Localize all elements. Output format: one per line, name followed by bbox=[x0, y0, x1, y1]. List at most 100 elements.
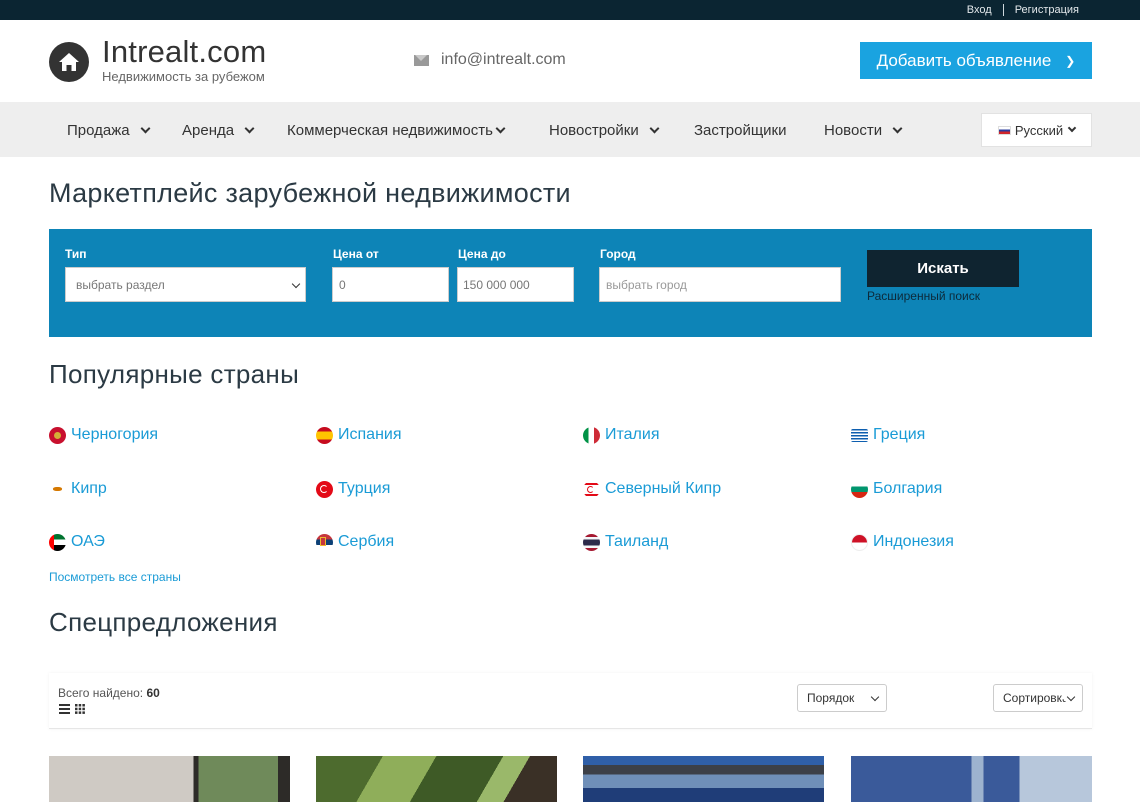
country-link-turkey[interactable]: Турция bbox=[316, 480, 390, 498]
country-name: Индонезия bbox=[873, 533, 954, 550]
page-title: Маркетплейс зарубежной недвижимости bbox=[49, 178, 571, 208]
search-panel: Тип выбрать раздел Цена от 0 Цена до 150… bbox=[49, 229, 1092, 337]
chevron-down-icon bbox=[1067, 123, 1077, 133]
envelope-icon bbox=[414, 54, 429, 66]
chevron-down-icon bbox=[291, 279, 301, 289]
thailand-flag-icon bbox=[583, 533, 600, 551]
country-link-montenegro[interactable]: Черногория bbox=[49, 426, 158, 444]
nav-item-label: Новости bbox=[824, 122, 883, 139]
search-button[interactable]: Искать bbox=[867, 250, 1019, 287]
language-label: Русский bbox=[1014, 122, 1064, 138]
serbia-flag-icon bbox=[316, 533, 333, 551]
chevron-down-icon bbox=[495, 123, 506, 134]
listing-card-image[interactable] bbox=[316, 756, 557, 802]
list-view-icon[interactable] bbox=[59, 704, 70, 714]
country-link-uae[interactable]: ОАЭ bbox=[49, 533, 105, 551]
listing-card-image[interactable] bbox=[49, 756, 290, 802]
country-name: Греция bbox=[873, 426, 926, 443]
nav-item-news[interactable]: Новости bbox=[824, 122, 903, 139]
main-nav: Продажа Аренда Коммерческая недвижимость… bbox=[0, 102, 1140, 157]
results-count: Всего найдено: 60 bbox=[58, 686, 160, 700]
results-toolbar: Всего найдено: 60 Порядок Сортировка bbox=[49, 673, 1092, 729]
country-link-thailand[interactable]: Таиланд bbox=[583, 533, 668, 551]
country-link-spain[interactable]: Испания bbox=[316, 426, 402, 444]
order-select[interactable]: Порядок bbox=[797, 684, 887, 712]
country-name: Испания bbox=[338, 426, 402, 443]
divider bbox=[1002, 4, 1004, 16]
logo-icon[interactable] bbox=[49, 42, 89, 82]
chevron-down-icon bbox=[140, 123, 151, 134]
sort-select[interactable]: Сортировка bbox=[993, 684, 1083, 712]
popular-countries-title: Популярные страны bbox=[49, 359, 300, 389]
view-all-countries-link[interactable]: Посмотреть все страны bbox=[49, 570, 181, 584]
greece-flag-icon bbox=[851, 428, 868, 442]
price-from-label: Цена от bbox=[333, 247, 379, 261]
nav-item-developers[interactable]: Застройщики bbox=[694, 122, 787, 139]
nav-item-rent[interactable]: Аренда bbox=[182, 122, 255, 139]
montenegro-flag-icon bbox=[49, 426, 66, 444]
chevron-down-icon bbox=[649, 123, 660, 134]
indonesia-flag-icon bbox=[851, 533, 868, 551]
special-offers-title: Спецпредложения bbox=[49, 607, 278, 637]
chevron-right-icon: ❯ bbox=[1065, 53, 1076, 68]
nav-item-new-buildings[interactable]: Новостройки bbox=[549, 122, 660, 139]
results-count-value: 60 bbox=[146, 686, 160, 700]
cyprus-flag-icon bbox=[49, 480, 66, 498]
order-select-value: Порядок bbox=[807, 691, 855, 705]
nav-item-commercial[interactable]: Коммерческая недвижимость bbox=[287, 122, 506, 139]
country-name: Италия bbox=[605, 426, 660, 443]
contact-email[interactable]: info@intrealt.com bbox=[414, 51, 566, 69]
sort-select-value: Сортировка bbox=[1003, 691, 1069, 705]
price-from-input[interactable]: 0 bbox=[332, 267, 449, 302]
language-selector[interactable]: Русский bbox=[981, 113, 1092, 147]
north-cyprus-flag-icon bbox=[583, 480, 600, 498]
city-input[interactable]: выбрать город bbox=[599, 267, 841, 302]
country-link-bulgaria[interactable]: Болгария bbox=[851, 480, 942, 498]
login-link[interactable]: Вход bbox=[967, 4, 992, 16]
country-link-cyprus[interactable]: Кипр bbox=[49, 480, 107, 498]
nav-item-label: Аренда bbox=[182, 122, 235, 139]
add-listing-button[interactable]: Добавить объявление ❯ bbox=[860, 42, 1092, 79]
type-select[interactable]: выбрать раздел bbox=[65, 267, 306, 302]
city-label: Город bbox=[600, 247, 636, 261]
bulgaria-flag-icon bbox=[851, 480, 868, 498]
spain-flag-icon bbox=[316, 426, 333, 444]
country-link-italy[interactable]: Италия bbox=[583, 426, 659, 444]
type-select-value: выбрать раздел bbox=[76, 277, 165, 292]
country-name: ОАЭ bbox=[71, 533, 105, 550]
city-placeholder: выбрать город bbox=[606, 277, 687, 292]
register-link[interactable]: Регистрация bbox=[1015, 4, 1079, 16]
country-link-greece[interactable]: Греция bbox=[851, 426, 925, 444]
nav-item-label: Застройщики bbox=[694, 122, 787, 139]
view-toggle bbox=[59, 704, 85, 714]
country-name: Турция bbox=[338, 480, 391, 497]
chevron-down-icon bbox=[870, 692, 880, 702]
grid-view-icon[interactable] bbox=[75, 704, 85, 714]
advanced-search-link[interactable]: Расширенный поиск bbox=[867, 289, 980, 303]
brand-tagline: Недвижимость за рубежом bbox=[102, 69, 265, 84]
turkey-flag-icon bbox=[316, 480, 333, 498]
price-to-value: 150 000 000 bbox=[463, 277, 530, 292]
nav-item-sale[interactable]: Продажа bbox=[67, 122, 151, 139]
italy-flag-icon bbox=[583, 426, 600, 444]
nav-item-label: Новостройки bbox=[549, 122, 639, 139]
country-link-north-cyprus[interactable]: Северный Кипр bbox=[583, 480, 721, 498]
country-name: Сербия bbox=[338, 533, 395, 550]
top-bar: Вход Регистрация bbox=[0, 0, 1140, 20]
price-to-input[interactable]: 150 000 000 bbox=[457, 267, 574, 302]
country-link-serbia[interactable]: Сербия bbox=[316, 533, 394, 551]
brand-name[interactable]: Intrealt.com bbox=[102, 34, 266, 70]
chevron-down-icon bbox=[892, 123, 903, 134]
russia-flag-icon bbox=[997, 125, 1011, 135]
country-name: Болгария bbox=[873, 480, 943, 497]
price-to-label: Цена до bbox=[458, 247, 506, 261]
nav-item-label: Продажа bbox=[67, 122, 130, 139]
listing-card-image[interactable] bbox=[851, 756, 1092, 802]
chevron-down-icon bbox=[244, 123, 255, 134]
uae-flag-icon bbox=[49, 533, 66, 551]
auth-links: Вход Регистрация bbox=[967, 4, 1079, 16]
price-from-value: 0 bbox=[339, 277, 346, 292]
listing-card-image[interactable] bbox=[583, 756, 824, 802]
country-link-indonesia[interactable]: Индонезия bbox=[851, 533, 954, 551]
country-name: Северный Кипр bbox=[605, 480, 722, 497]
